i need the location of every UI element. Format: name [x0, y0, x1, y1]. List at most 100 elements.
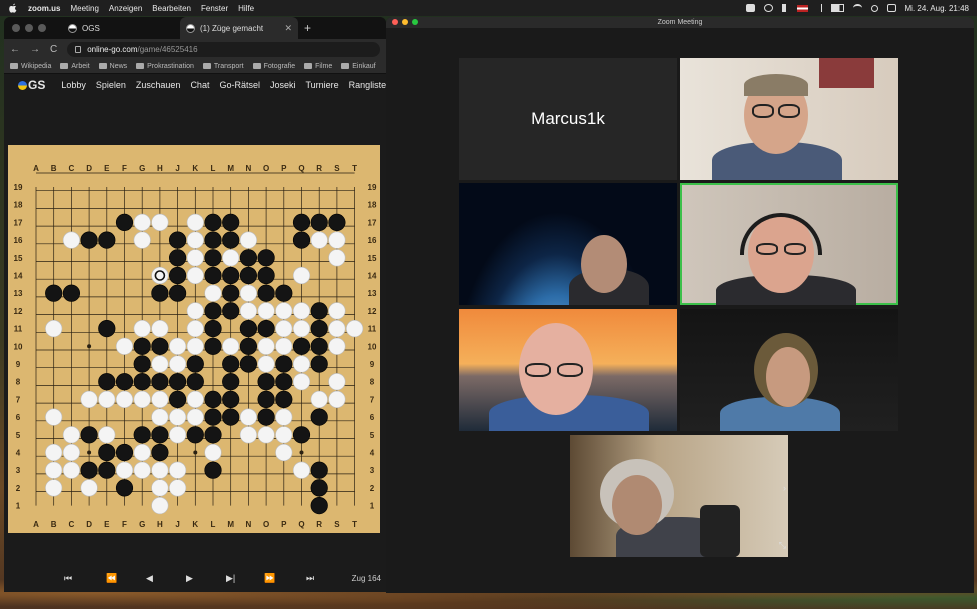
- row-label: 11: [368, 325, 377, 334]
- close-window-button[interactable]: [12, 24, 20, 32]
- nav-spielen[interactable]: Spielen: [96, 80, 126, 90]
- white-stone: [222, 249, 240, 267]
- white-stone: [328, 302, 346, 320]
- bookmark-transport[interactable]: Transport: [202, 63, 244, 70]
- white-stone: [151, 355, 169, 373]
- previous-move-icon[interactable]: ◀: [146, 573, 153, 584]
- tab-zuege-gemacht[interactable]: (1) Züge gemacht ✕: [180, 17, 298, 39]
- row-label: 3: [16, 466, 21, 475]
- white-stone: [292, 266, 311, 285]
- bookmark-fotografie[interactable]: Fotografie: [252, 63, 295, 70]
- close-tab-icon[interactable]: ✕: [284, 23, 292, 34]
- forward-ten-icon[interactable]: ⏩: [264, 573, 275, 584]
- row-label: 9: [16, 360, 21, 369]
- menu-meeting[interactable]: Meeting: [70, 4, 98, 13]
- menubar-clock[interactable]: Mi. 24. Aug. 21:48: [905, 4, 970, 13]
- participant-face: [612, 475, 662, 535]
- black-stone: [222, 390, 240, 408]
- column-label: R: [316, 164, 322, 173]
- bookmark-news[interactable]: News: [98, 63, 127, 70]
- participant-video-tile[interactable]: [680, 309, 898, 431]
- bookmark-prokrastination[interactable]: Prokrastination: [136, 63, 194, 70]
- black-stone: [133, 426, 151, 444]
- white-stone: [45, 320, 63, 338]
- play-icon[interactable]: ▶: [186, 573, 193, 584]
- participant-video-tile[interactable]: › ⤡: [570, 435, 788, 557]
- black-stone: [239, 266, 257, 285]
- bookmark-arbeit[interactable]: Arbeit: [60, 63, 90, 70]
- menu-hilfe[interactable]: Hilfe: [238, 4, 254, 13]
- wifi-icon[interactable]: [852, 4, 862, 12]
- window-controls: [12, 24, 46, 32]
- search-icon[interactable]: [870, 4, 878, 12]
- first-move-icon[interactable]: ⏮: [64, 573, 72, 584]
- bluetooth-icon[interactable]: [817, 4, 822, 12]
- participant-video-tile-active[interactable]: [680, 183, 898, 305]
- nav-joseki[interactable]: Joseki: [270, 80, 296, 90]
- bookmark-einkauf[interactable]: Einkauf: [341, 63, 376, 70]
- row-label: 15: [368, 254, 377, 263]
- column-label: D: [86, 520, 92, 529]
- black-stone: [257, 266, 275, 285]
- black-stone: [222, 231, 240, 249]
- column-label: O: [263, 164, 269, 173]
- nav-go-raetsel[interactable]: Go-Rätsel: [219, 80, 260, 90]
- nav-lobby[interactable]: Lobby: [61, 80, 86, 90]
- resize-icon[interactable]: ⤡: [779, 540, 786, 551]
- control-center-icon[interactable]: [886, 4, 896, 12]
- participant-tile-marcus1k[interactable]: Marcus1k: [459, 58, 677, 180]
- zoom-window-button[interactable]: [38, 24, 46, 32]
- column-label: G: [139, 164, 145, 173]
- white-stone: [151, 479, 169, 497]
- column-label: S: [334, 164, 340, 173]
- time-machine-icon[interactable]: [763, 4, 773, 12]
- participant-video-tile[interactable]: [680, 58, 898, 180]
- bookmark-wikipedia[interactable]: Wikipedia: [10, 63, 51, 70]
- row-label: 7: [16, 395, 21, 404]
- battery-icon[interactable]: [830, 4, 844, 12]
- reload-icon[interactable]: C: [50, 44, 57, 55]
- ogs-logo[interactable]: GS: [18, 78, 45, 92]
- apple-icon[interactable]: [8, 3, 18, 13]
- nav-rangliste[interactable]: Rangliste: [349, 80, 386, 90]
- back-arrow-icon[interactable]: ←: [10, 44, 20, 55]
- white-stone: [257, 426, 275, 444]
- participant-video-tile[interactable]: [459, 309, 677, 431]
- bookmark-filme[interactable]: Filme: [304, 63, 332, 70]
- nav-turniere[interactable]: Turniere: [305, 80, 338, 90]
- minimize-window-button[interactable]: [25, 24, 33, 32]
- nav-chat[interactable]: Chat: [190, 80, 209, 90]
- nav-zuschauen[interactable]: Zuschauen: [136, 80, 181, 90]
- chevron-right-icon[interactable]: ›: [783, 483, 786, 493]
- back-ten-icon[interactable]: ⏪: [106, 573, 117, 584]
- black-stone: [204, 249, 222, 267]
- menu-anzeigen[interactable]: Anzeigen: [109, 4, 142, 13]
- row-label: 8: [16, 378, 21, 387]
- go-board-svg[interactable]: AABBCCDDEEFFGGHHJJKKLLMMNNOOPPQQRRSSTT19…: [8, 145, 380, 533]
- close-window-button[interactable]: [392, 19, 398, 25]
- black-stone: [115, 373, 134, 391]
- menu-fenster[interactable]: Fenster: [201, 4, 228, 13]
- white-stone: [186, 302, 204, 320]
- row-label: 6: [370, 413, 375, 422]
- forward-arrow-icon[interactable]: →: [30, 44, 40, 55]
- black-stone: [169, 231, 187, 249]
- menu-bearbeiten[interactable]: Bearbeiten: [152, 4, 191, 13]
- volume-icon[interactable]: [781, 4, 788, 12]
- black-stone: [310, 408, 328, 426]
- black-stone: [115, 479, 134, 497]
- minimize-window-button[interactable]: [402, 19, 408, 25]
- keyboard-flag-icon[interactable]: [796, 4, 808, 12]
- white-stone: [62, 443, 81, 462]
- url-field[interactable]: online-go.com/game/46525416: [67, 41, 380, 57]
- black-stone: [310, 479, 328, 497]
- menubar-app-name[interactable]: zoom.us: [28, 4, 60, 13]
- go-board[interactable]: A A B B C C D D E E F F G G H H J J K K L L M M N N O O P P Q Q R R S S T T 19…: [8, 145, 380, 533]
- next-move-icon[interactable]: ▶|: [226, 573, 235, 584]
- last-move-icon[interactable]: ⏭: [306, 573, 314, 584]
- tab-ogs[interactable]: OGS: [62, 17, 180, 39]
- zoom-tray-icon[interactable]: [745, 4, 755, 12]
- zoom-window-button[interactable]: [412, 19, 418, 25]
- participant-video-tile[interactable]: [459, 183, 677, 305]
- new-tab-button[interactable]: +: [304, 21, 311, 35]
